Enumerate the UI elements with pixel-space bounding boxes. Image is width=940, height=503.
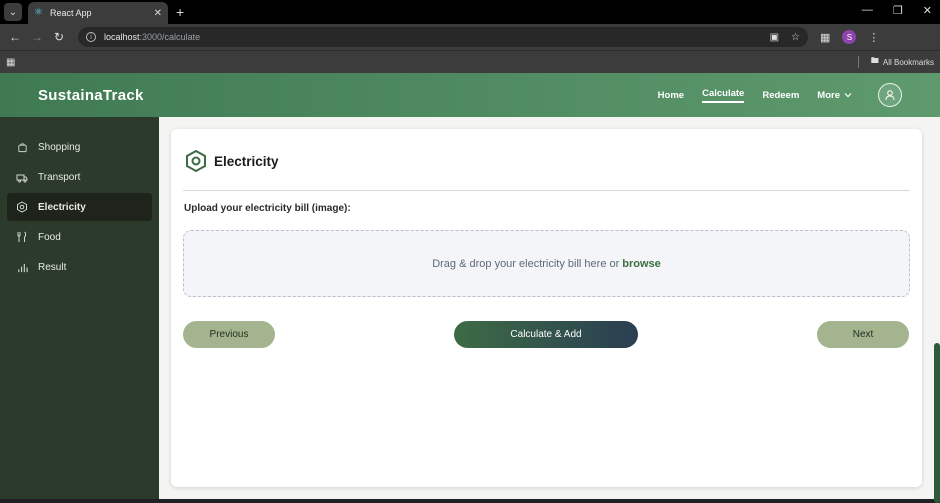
nav-more[interactable]: More	[817, 90, 852, 101]
sidebar-item-label: Result	[38, 261, 67, 273]
chevron-down-icon	[844, 93, 852, 98]
card-header: Electricity	[184, 149, 279, 173]
sidebar-item-label: Food	[38, 231, 61, 243]
url-host: localhost	[104, 32, 140, 42]
shopping-bag-icon	[16, 141, 28, 153]
reload-icon[interactable]: ↻	[50, 30, 68, 44]
nav-redeem[interactable]: Redeem	[762, 90, 799, 101]
window-controls: — ❐ ✕	[862, 4, 932, 17]
utensils-icon	[16, 231, 28, 243]
electricity-card: Electricity Upload your electricity bill…	[171, 129, 922, 487]
profile-avatar[interactable]: S	[842, 30, 857, 44]
url-path: :3000/calculate	[139, 32, 201, 42]
sidebar-item-shopping[interactable]: Shopping	[7, 133, 152, 161]
next-button[interactable]: Next	[817, 321, 909, 348]
bookmark-separator	[857, 56, 859, 68]
hexagon-icon	[16, 201, 28, 213]
sidebar-item-electricity[interactable]: Electricity	[7, 193, 152, 221]
previous-button[interactable]: Previous	[183, 321, 275, 348]
install-app-icon[interactable]: ▣	[770, 32, 779, 43]
browser-tab[interactable]: ⚛ React App ✕	[28, 2, 168, 24]
user-avatar[interactable]	[878, 83, 902, 107]
hexagon-icon	[186, 149, 206, 173]
sidebar-item-label: Shopping	[38, 141, 81, 153]
browse-link[interactable]: browse	[622, 258, 661, 270]
sidebar-item-transport[interactable]: Transport	[7, 163, 152, 191]
react-favicon-icon: ⚛	[34, 7, 43, 18]
upload-label: Upload your electricity bill (image):	[184, 203, 351, 214]
nav-more-label: More	[817, 89, 840, 101]
apps-grid-icon[interactable]: ▦	[6, 57, 15, 68]
nav-calculate[interactable]: Calculate	[702, 88, 745, 103]
sidebar-item-result[interactable]: Result	[7, 253, 152, 281]
browser-menu-icon[interactable]: ⋮	[868, 31, 879, 44]
top-navbar: SustainaTrack Home Calculate Redeem More	[0, 73, 940, 117]
calculate-add-button[interactable]: Calculate & Add	[454, 321, 638, 348]
new-tab-plus-icon[interactable]: +	[176, 4, 184, 20]
extensions-puzzle-icon[interactable]: ▦	[820, 31, 830, 44]
all-bookmarks-button[interactable]: 🖿 All Bookmarks	[857, 55, 934, 69]
minimize-icon[interactable]: —	[862, 4, 873, 17]
nav-links: Home Calculate Redeem More	[658, 83, 902, 107]
bookmark-star-icon[interactable]: ☆	[791, 32, 800, 43]
brand-logo[interactable]: SustainaTrack	[38, 87, 144, 104]
tab-title: React App	[50, 8, 92, 18]
folder-icon: 🖿	[870, 56, 879, 65]
browser-toolbar: ← → ↻ i localhost:3000/calculate ▣ ☆ ▦ S…	[0, 24, 940, 50]
browser-tabbar: ⌄ ⚛ React App ✕ + — ❐ ✕	[0, 0, 940, 24]
divider	[183, 190, 910, 191]
scrollbar[interactable]	[934, 343, 940, 503]
file-dropzone[interactable]: Drag & drop your electricity bill here o…	[183, 230, 910, 297]
truck-icon	[16, 171, 28, 183]
tab-list-chevron-icon[interactable]: ⌄	[4, 3, 22, 21]
restore-icon[interactable]: ❐	[893, 4, 903, 17]
app-root: SustainaTrack Home Calculate Redeem More…	[0, 73, 940, 499]
main-content: Electricity Upload your electricity bill…	[159, 117, 940, 499]
sidebar-item-label: Electricity	[38, 201, 86, 213]
tab-close-icon[interactable]: ✕	[154, 8, 162, 19]
page-title: Electricity	[214, 153, 279, 169]
forward-arrow-icon[interactable]: →	[28, 30, 46, 44]
close-window-icon[interactable]: ✕	[923, 4, 932, 17]
address-bar[interactable]: i localhost:3000/calculate ▣ ☆	[78, 27, 808, 47]
sidebar-item-food[interactable]: Food	[7, 223, 152, 251]
site-info-icon[interactable]: i	[86, 32, 96, 42]
back-arrow-icon[interactable]: ←	[6, 30, 24, 44]
bookmarks-bar: ▦ 🖿 All Bookmarks	[0, 50, 940, 73]
all-bookmarks-label: All Bookmarks	[882, 57, 934, 67]
dropzone-text: Drag & drop your electricity bill here o…	[432, 257, 620, 270]
user-icon	[885, 90, 895, 101]
bar-chart-icon	[16, 261, 28, 273]
sidebar: Shopping Transport Electricity Food Resu…	[0, 117, 159, 499]
nav-home[interactable]: Home	[658, 90, 684, 101]
sidebar-item-label: Transport	[38, 171, 81, 183]
